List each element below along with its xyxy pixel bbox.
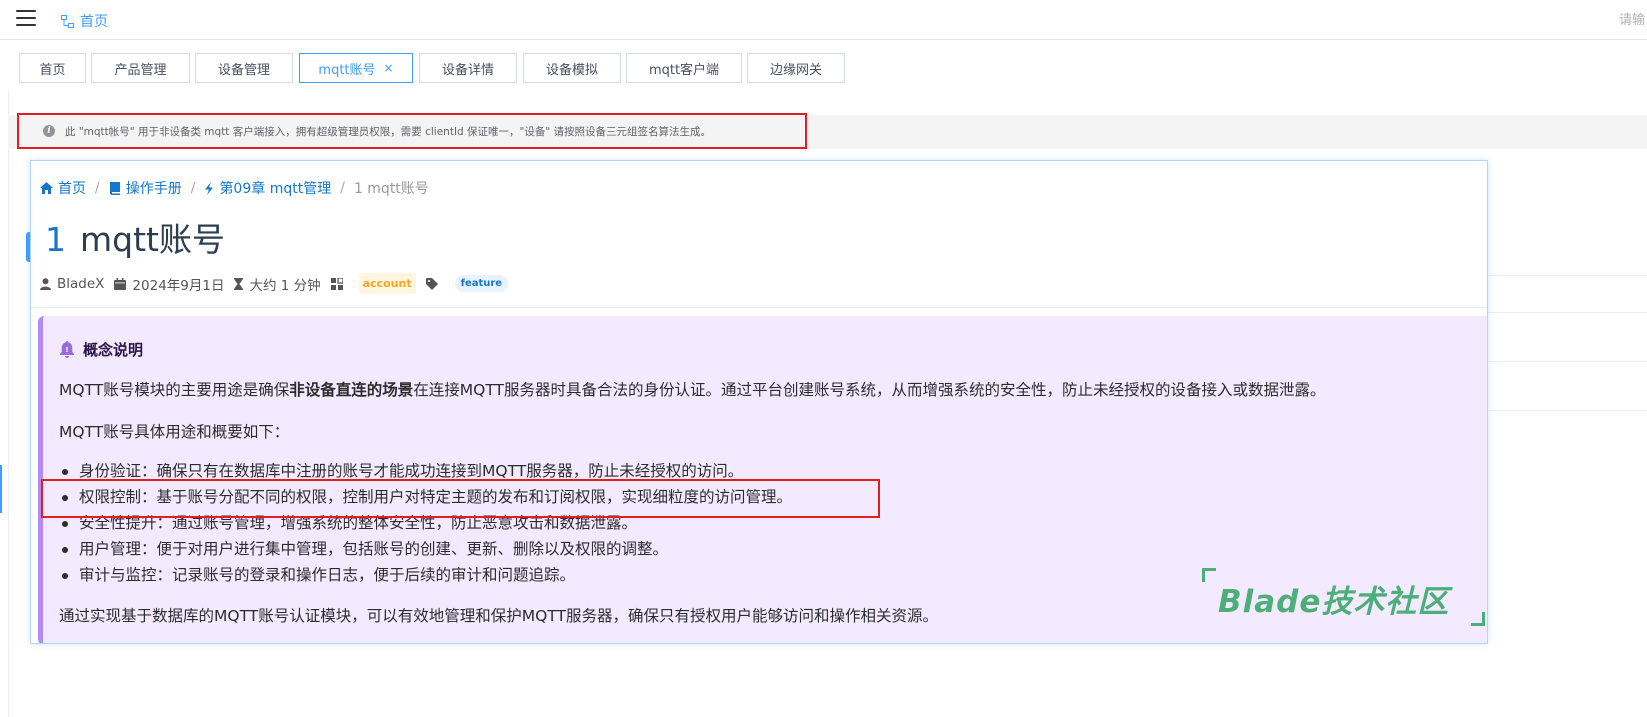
- bolt-icon: [205, 181, 214, 195]
- tab-label: mqtt账号: [318, 62, 376, 78]
- breadcrumb-chapter[interactable]: 第09章 mqtt管理: [204, 178, 331, 198]
- meta-divider: [31, 307, 1487, 308]
- tab-label: 设备管理: [217, 62, 270, 78]
- tab-edge-gateway[interactable]: 边缘网关: [747, 53, 845, 83]
- tag-badge[interactable]: feature: [454, 275, 509, 292]
- tab-label: 设备详情: [441, 62, 494, 78]
- tab-mqtt-account[interactable]: mqtt账号 ×: [299, 53, 413, 83]
- page-divider: [8, 90, 9, 717]
- list-item: 身份验证：确保只有在数据库中注册的账号才能成功连接到MQTT服务器，防止未经授权…: [59, 458, 792, 484]
- navbar-home-link[interactable]: 首页: [61, 11, 108, 31]
- list-item: 用户管理：便于对用户进行集中管理，包括账号的创建、更新、删除以及权限的调整。: [59, 536, 792, 562]
- watermark-bracket-right: [1471, 612, 1485, 626]
- concept-title: ! 概念说明: [59, 339, 143, 360]
- tab-home[interactable]: 首页: [19, 53, 86, 83]
- breadcrumb-separator: /: [340, 180, 345, 196]
- tab-mqtt-client[interactable]: mqtt客户端: [626, 53, 742, 83]
- watermark-logo: Blade技术社区: [1200, 566, 1487, 626]
- breadcrumb-manual[interactable]: 操作手册: [109, 178, 182, 198]
- hourglass-icon: [234, 277, 244, 290]
- breadcrumb-home[interactable]: 首页: [40, 178, 86, 198]
- breadcrumb-label: 第09章 mqtt管理: [219, 181, 332, 197]
- title-number: 1: [45, 220, 66, 259]
- hamburger-menu-icon[interactable]: [16, 10, 36, 26]
- top-navbar: 首页 请输: [0, 0, 1647, 40]
- background-table-row-line: [1488, 361, 1647, 362]
- publish-date: 2024年9月1日: [132, 277, 225, 294]
- navbar-home-label: 首页: [80, 14, 108, 30]
- info-notice: i 此 "mqtt帐号" 用于非设备类 mqtt 客户端接入，拥有超级管理员权限…: [17, 113, 807, 149]
- tab-product-management[interactable]: 产品管理: [91, 53, 190, 83]
- tab-label: mqtt客户端: [648, 62, 720, 78]
- page-title: 1 mqtt账号: [45, 213, 225, 261]
- background-accent-line: [0, 465, 2, 513]
- tab-device-management[interactable]: 设备管理: [195, 53, 293, 83]
- background-table-row-line: [1488, 312, 1647, 313]
- breadcrumb-separator: /: [190, 180, 196, 196]
- intro-text-bold: 非设备直连的场景: [289, 381, 414, 399]
- reading-time: 大约 1 分钟: [249, 277, 321, 294]
- meta-tag: [425, 277, 445, 290]
- tab-device-simulation[interactable]: 设备模拟: [523, 53, 621, 83]
- concept-title-text: 概念说明: [83, 341, 144, 359]
- usage-list: 身份验证：确保只有在数据库中注册的账号才能成功连接到MQTT服务器，防止未经授权…: [59, 458, 792, 588]
- concept-subtitle: MQTT账号具体用途和概要如下：: [59, 423, 290, 441]
- tab-label: 边缘网关: [769, 62, 822, 78]
- watermark-bracket-left: [1202, 568, 1216, 582]
- tab-label: 设备模拟: [545, 62, 598, 78]
- tab-label: 首页: [39, 62, 66, 78]
- list-item: 审计与监控：记录账号的登录和操作日志，便于后续的审计和问题追踪。: [59, 562, 792, 588]
- category-icon: [330, 277, 343, 290]
- category-badge[interactable]: account: [358, 273, 416, 294]
- tab-label: 产品管理: [114, 62, 167, 78]
- title-text: mqtt账号: [80, 220, 225, 259]
- tab-device-detail[interactable]: 设备详情: [419, 53, 517, 83]
- tags-view-bar: 首页 产品管理 设备管理 mqtt账号 × 设备详情 设备模拟 mqtt客户端 …: [0, 40, 1647, 88]
- home-icon: [40, 182, 53, 194]
- tag-icon: [425, 277, 438, 290]
- breadcrumb-label: 首页: [58, 181, 86, 197]
- concept-intro: MQTT账号模块的主要用途是确保非设备直连的场景在连接MQTT服务器时具备合法的…: [59, 378, 1326, 400]
- meta-author: BladeX: [40, 276, 104, 292]
- background-table-row-line: [1488, 275, 1647, 276]
- breadcrumb-separator: /: [95, 180, 100, 196]
- breadcrumb-current: 1 mqtt账号: [354, 178, 429, 198]
- meta-category: [330, 277, 349, 290]
- svg-text:!: !: [65, 346, 68, 354]
- calendar-icon: [114, 277, 127, 290]
- intro-text-before: MQTT账号模块的主要用途是确保: [59, 381, 290, 399]
- book-icon: [109, 181, 120, 195]
- user-icon: [40, 277, 51, 290]
- notice-text: 此 "mqtt帐号" 用于非设备类 mqtt 客户端接入，拥有超级管理员权限，需…: [65, 125, 712, 138]
- bell-icon: !: [60, 341, 74, 358]
- background-table-row-line: [1488, 410, 1647, 411]
- meta-date: 2024年9月1日: [114, 274, 224, 294]
- search-hint[interactable]: 请输: [1619, 9, 1647, 28]
- concept-conclusion: 通过实现基于数据库的MQTT账号认证模块，可以有效地管理和保护MQTT服务器，确…: [59, 607, 938, 625]
- info-icon: i: [43, 125, 55, 137]
- meta-reading-time: 大约 1 分钟: [234, 274, 321, 294]
- list-item: 权限控制：基于账号分配不同的权限，控制用户对特定主题的发布和订阅权限，实现细粒度…: [59, 484, 792, 510]
- watermark-text: Blade技术社区: [1218, 584, 1450, 620]
- breadcrumb-label: 操作手册: [125, 181, 182, 197]
- list-item: 安全性提升：通过账号管理，增强系统的整体安全性，防止恶意攻击和数据泄露。: [59, 510, 792, 536]
- breadcrumb: 首页 / 操作手册 / 第09章 mqtt管理 / 1 mqtt账号: [40, 178, 429, 198]
- author-name: BladeX: [57, 275, 105, 292]
- intro-text-after: 在连接MQTT服务器时具备合法的身份认证。通过平台创建账号系统，从而增强系统的安…: [413, 381, 1326, 399]
- tab-close-icon[interactable]: ×: [384, 61, 394, 75]
- article-meta: BladeX 2024年9月1日 大约 1 分钟 account feature: [40, 273, 509, 294]
- sitemap-icon: [61, 14, 74, 28]
- breadcrumb-label: 1 mqtt账号: [353, 181, 429, 197]
